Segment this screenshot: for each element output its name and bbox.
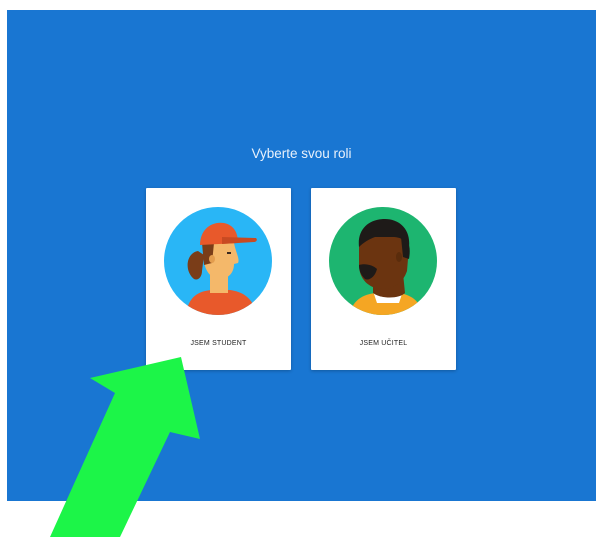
student-role-card[interactable]: JSEM STUDENT xyxy=(146,188,291,370)
role-selection-screen: Vyberte svou roli JSEM STUDENT JSEM UČIT… xyxy=(7,10,596,501)
page-title: Vyberte svou roli xyxy=(251,146,352,161)
student-role-label: JSEM STUDENT xyxy=(190,340,247,347)
student-avatar-icon xyxy=(164,207,272,315)
teacher-role-label: JSEM UČITEL xyxy=(359,340,408,347)
teacher-avatar-icon xyxy=(329,207,437,315)
teacher-role-card[interactable]: JSEM UČITEL xyxy=(311,188,456,370)
